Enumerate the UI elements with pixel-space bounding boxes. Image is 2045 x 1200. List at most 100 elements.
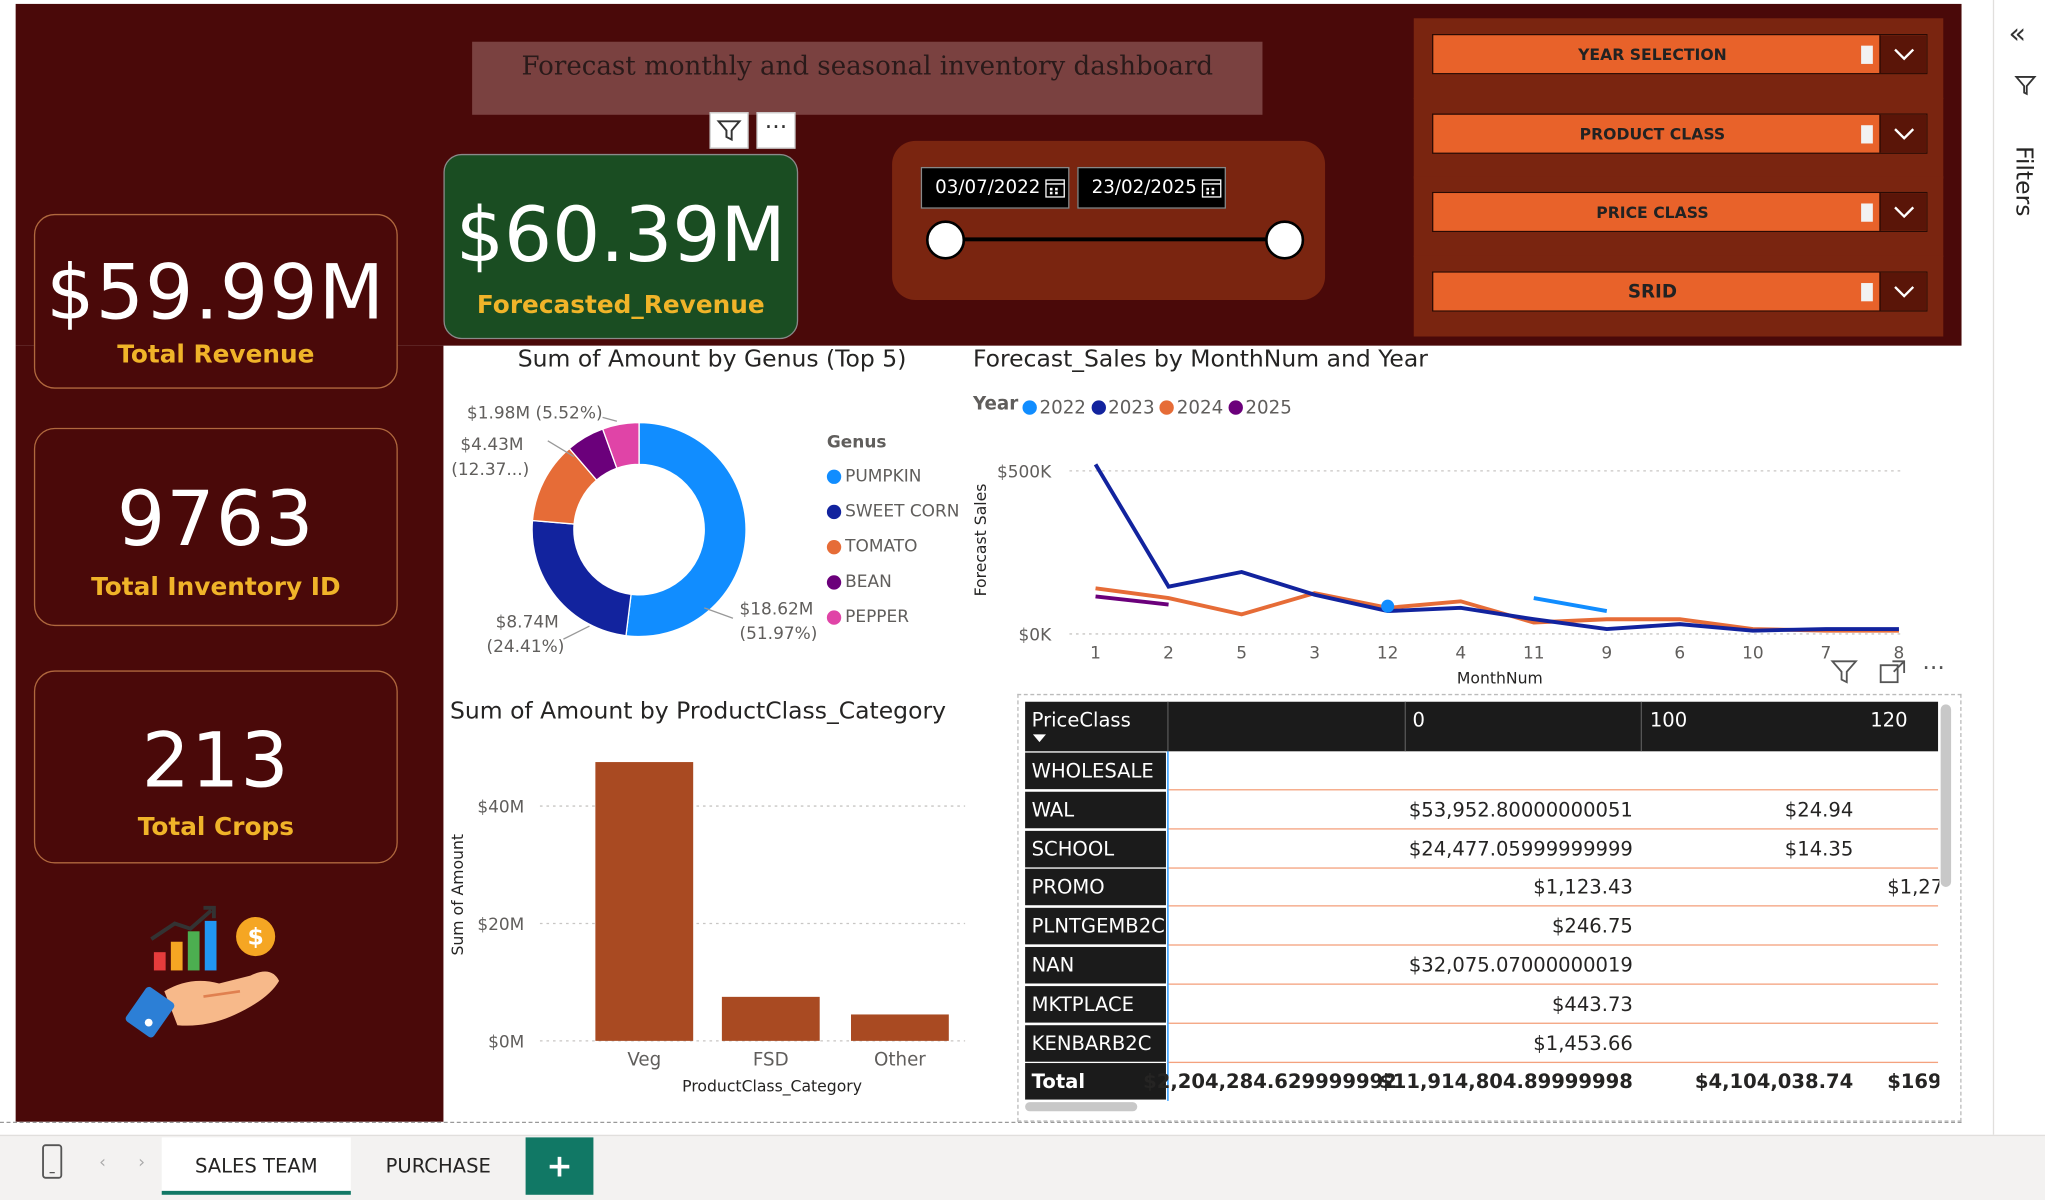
- bar-chart[interactable]: $40M $20M $0M Veg FSD Other ProductClass_Categ…: [443, 730, 991, 1108]
- legend-dot: [826, 540, 842, 555]
- x-tick-label: 6: [1674, 643, 1685, 663]
- collapse-pane-icon[interactable]: «: [2008, 18, 2026, 51]
- matrix-row-label[interactable]: NAN: [1025, 946, 1166, 984]
- matrix-col-header[interactable]: 100: [1650, 708, 1687, 731]
- donut-label-sweetcorn-pct: (24.41%): [486, 637, 565, 658]
- matrix-row-label[interactable]: WAL: [1025, 791, 1166, 828]
- legend-item[interactable]: 2024: [1159, 398, 1223, 419]
- eraser-icon[interactable]: [1861, 125, 1873, 144]
- matrix-row-label[interactable]: PROMO: [1025, 869, 1166, 906]
- matrix-row-label[interactable]: PLNTGEMB2C: [1025, 908, 1166, 945]
- focus-mode-icon[interactable]: [1878, 659, 1907, 685]
- product-class-label: PRODUCT CLASS: [1579, 125, 1726, 144]
- prev-page-arrow[interactable]: ‹: [99, 1153, 106, 1173]
- calendar-icon[interactable]: [1045, 177, 1066, 198]
- filter-icon[interactable]: [1829, 657, 1860, 686]
- start-date-input[interactable]: 03/07/2022: [920, 166, 1070, 209]
- legend-item[interactable]: TOMATO: [826, 530, 970, 565]
- legend-dot: [826, 469, 842, 484]
- chevron-down-icon[interactable]: [1879, 193, 1927, 231]
- filter-icon[interactable]: [2014, 73, 2037, 96]
- eraser-icon[interactable]: [1861, 203, 1873, 222]
- matrix-row-divider: [1168, 827, 1939, 830]
- legend-dot: [1091, 400, 1106, 415]
- line-chart-title: Forecast_Sales by MonthNum and Year: [972, 345, 1428, 374]
- x-tick-label: 2: [1163, 643, 1174, 663]
- legend-item[interactable]: SWEET CORN: [826, 494, 970, 529]
- matrix-col-header[interactable]: 0: [1412, 708, 1424, 731]
- filter-icon: [716, 120, 742, 142]
- year-selection-dropdown[interactable]: YEAR SELECTION: [1432, 33, 1928, 75]
- matrix-cell: $1,453.66: [1533, 1031, 1633, 1055]
- matrix-header-sep: [1640, 701, 1643, 752]
- product-class-dropdown[interactable]: PRODUCT CLASS: [1432, 113, 1928, 154]
- sort-down-icon[interactable]: [1032, 733, 1048, 743]
- matrix-horizontal-scrollbar[interactable]: [1025, 1102, 1138, 1112]
- legend-dot: [826, 610, 842, 625]
- add-page-button[interactable]: +: [525, 1137, 594, 1195]
- filter-icon-button[interactable]: [709, 112, 749, 149]
- matrix-row-label[interactable]: SCHOOL: [1025, 830, 1166, 867]
- matrix-col-header[interactable]: 120: [1870, 708, 1907, 731]
- price-class-dropdown[interactable]: PRICE CLASS: [1432, 191, 1928, 233]
- date-slider-end-handle[interactable]: [1265, 220, 1305, 260]
- eraser-icon[interactable]: [1861, 283, 1873, 302]
- legend-label: 2025: [1245, 397, 1292, 419]
- forecasted-revenue-card[interactable]: $60.39M Forecasted_Revenue: [443, 153, 799, 340]
- matrix-vertical-scrollbar[interactable]: [1940, 704, 1952, 887]
- legend-item[interactable]: 2025: [1228, 397, 1292, 419]
- end-date-text: 23/02/2025: [1091, 177, 1197, 199]
- donut-slice[interactable]: [625, 421, 747, 638]
- more-options-icon[interactable]: ···: [1922, 655, 1944, 682]
- matrix-header-sep: [1167, 701, 1169, 752]
- total-revenue-card[interactable]: $59.99M Total Revenue: [33, 213, 398, 389]
- srid-dropdown[interactable]: SRID: [1432, 271, 1928, 312]
- end-date-input[interactable]: 23/02/2025: [1077, 166, 1226, 209]
- total-inventory-value: 9763: [116, 474, 315, 564]
- bar-fsd[interactable]: [721, 996, 820, 1041]
- line-chart[interactable]: $500K$0K1 2 5 3 12 4 11 9 6 10 7 8MonthNumForecast …: [965, 443, 1956, 691]
- chevron-down-icon[interactable]: [1879, 35, 1927, 74]
- calendar-icon[interactable]: [1201, 177, 1222, 198]
- legend-dot: [1228, 400, 1243, 415]
- total-revenue-value: $59.99M: [46, 247, 386, 337]
- legend-item[interactable]: 2022: [1022, 397, 1086, 419]
- y-axis-label: Sum of Amount: [448, 834, 467, 956]
- matrix-total-cell: $2,204,284.629999992: [1143, 1070, 1397, 1094]
- series-line-2023[interactable]: [1093, 463, 1899, 633]
- legend-item[interactable]: 2023: [1091, 398, 1155, 419]
- canvas-divider: [0, 1121, 1962, 1124]
- donut-chart-title: Sum of Amount by Genus (Top 5): [517, 345, 907, 374]
- eraser-icon[interactable]: [1861, 45, 1873, 64]
- year-selection-label: YEAR SELECTION: [1578, 45, 1727, 64]
- matrix-corner-header[interactable]: PriceClass: [1032, 708, 1131, 731]
- leader-line: [602, 416, 618, 422]
- date-slider-start-handle[interactable]: [925, 220, 966, 260]
- legend-item[interactable]: PUMPKIN: [826, 459, 970, 494]
- matrix-row-label[interactable]: MKTPLACE: [1025, 985, 1166, 1023]
- y-tick-label: $20M: [477, 914, 524, 934]
- more-options-button[interactable]: ···: [756, 112, 796, 149]
- forecasted-revenue-value: $60.39M: [455, 190, 786, 280]
- matrix-cell: $246.75: [1551, 914, 1633, 939]
- matrix-total-cell: $169,3: [1887, 1070, 1939, 1094]
- filters-pane-label[interactable]: Filters: [2010, 146, 2037, 216]
- legend-item[interactable]: PEPPER: [826, 600, 970, 635]
- matrix-header: [1025, 701, 1939, 752]
- legend-label: 2022: [1039, 397, 1086, 419]
- bar-other[interactable]: [850, 1014, 949, 1041]
- mobile-layout-icon[interactable]: [39, 1143, 65, 1182]
- tab-purchase[interactable]: PURCHASE: [355, 1137, 522, 1194]
- date-slider-track[interactable]: [944, 237, 1286, 242]
- chevron-down-icon[interactable]: [1879, 114, 1927, 153]
- legend-item[interactable]: BEAN: [826, 565, 970, 600]
- total-crops-card[interactable]: 213 Total Crops: [33, 670, 398, 864]
- total-inventory-card[interactable]: 9763 Total Inventory ID: [33, 427, 398, 627]
- matrix-row-label[interactable]: WHOLESALE: [1025, 752, 1166, 790]
- chevron-down-icon[interactable]: [1879, 272, 1927, 311]
- next-page-arrow[interactable]: ›: [138, 1153, 145, 1173]
- series-line-2024[interactable]: [1095, 586, 1899, 633]
- matrix-row-label[interactable]: KENBARB2C: [1025, 1024, 1166, 1062]
- bar-veg[interactable]: [595, 762, 694, 1041]
- tab-sales-team[interactable]: SALES TEAM: [161, 1137, 351, 1195]
